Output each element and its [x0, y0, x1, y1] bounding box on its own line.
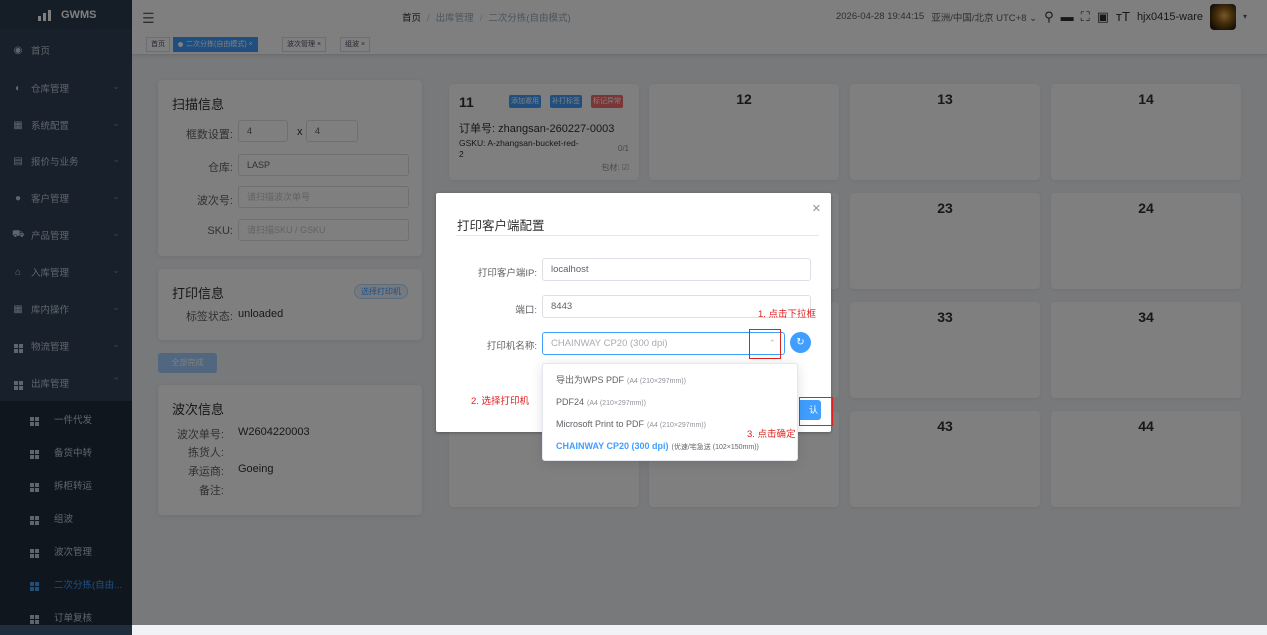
client-ip-input[interactable]: localhost: [542, 258, 811, 281]
printer-name-label: 打印机名称:: [486, 341, 537, 352]
printer-select-value: CHAINWAY CP20 (300 dpi): [551, 338, 668, 349]
printer-option-name: 导出为WPS PDF: [556, 375, 625, 385]
printer-option[interactable]: 导出为WPS PDF (A4 (210×297mm)): [543, 369, 797, 391]
dialog-title: 打印客户端配置: [457, 219, 545, 233]
refresh-icon[interactable]: ↻: [790, 332, 811, 353]
printer-option-detail: (A4 (210×297mm)): [627, 378, 686, 385]
printer-option-name: CHAINWAY CP20 (300 dpi): [556, 441, 669, 451]
printer-dropdown: 导出为WPS PDF (A4 (210×297mm)) PDF24 (A4 (210…: [542, 363, 798, 461]
annotation-step3: 3. 点击确定: [747, 429, 796, 440]
printer-option-detail: (A4 (210×297mm)): [647, 422, 706, 429]
printer-option-detail: (优速/宅急送 (102×150mm)): [671, 444, 759, 451]
annotation-step1: 1. 点击下拉框: [758, 309, 817, 320]
printer-option[interactable]: PDF24 (A4 (210×297mm)): [543, 391, 797, 413]
annotation-step2: 2. 选择打印机: [471, 396, 530, 407]
port-label: 端口:: [515, 305, 537, 316]
annotation-box-confirm: [799, 397, 833, 426]
printer-option-name: PDF24: [556, 397, 585, 407]
printer-option-detail: (A4 (210×297mm)): [587, 400, 646, 407]
client-ip-label: 打印客户端IP:: [477, 268, 537, 279]
close-icon[interactable]: ✕: [812, 202, 821, 215]
annotation-box-dropdown: [749, 329, 781, 359]
printer-option-name: Microsoft Print to PDF: [556, 419, 645, 429]
dialog-divider: [456, 235, 819, 236]
